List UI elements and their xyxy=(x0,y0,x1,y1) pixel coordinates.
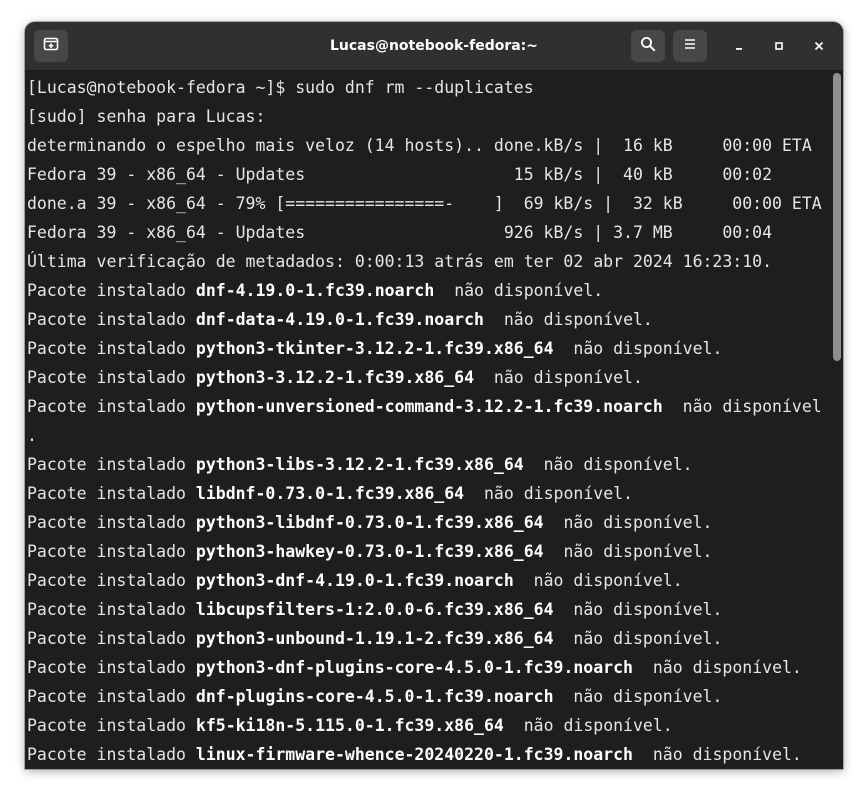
package-line: Pacote instalado python3-3.12.2-1.fc39.x… xyxy=(27,363,831,392)
package-name: kf5-ki18n-5.115.0-1.fc39.x86_64 xyxy=(195,716,504,735)
scrollbar[interactable] xyxy=(833,73,841,767)
package-prefix: Pacote instalado xyxy=(27,455,196,474)
package-status: não disponível. xyxy=(573,600,723,619)
window-title: Lucas@notebook-fedora:~ xyxy=(329,38,539,54)
progress-line: done.a 39 - x86_64 - 79% [==============… xyxy=(27,194,822,213)
maximize-icon xyxy=(773,37,785,56)
package-status: não disponível xyxy=(682,397,822,416)
package-line: Pacote instalado python3-dnf-plugins-cor… xyxy=(27,653,831,682)
search-button[interactable] xyxy=(631,30,665,62)
package-prefix: Pacote instalado xyxy=(27,658,196,677)
prompt-line: [Lucas@notebook-fedora ~]$ sudo dnf rm -… xyxy=(27,78,534,97)
package-status: não disponível. xyxy=(493,368,643,387)
package-name: libdnf-0.73.0-1.fc39.x86_64 xyxy=(195,484,465,503)
package-status: não disponível. xyxy=(573,687,723,706)
wrapped-line: . xyxy=(27,426,37,445)
hamburger-menu-icon xyxy=(682,36,698,56)
package-prefix: Pacote instalado xyxy=(27,745,196,764)
package-prefix: Pacote instalado xyxy=(27,310,196,329)
package-line: Pacote instalado dnf-plugins-core-4.5.0-… xyxy=(27,682,831,711)
progress-line: Fedora 39 - x86_64 - Updates 926 kB/s | … xyxy=(27,223,773,242)
new-tab-icon xyxy=(43,36,59,56)
package-name: dnf-data-4.19.0-1.fc39.noarch xyxy=(195,310,484,329)
package-name: python3-libdnf-0.73.0-1.fc39.x86_64 xyxy=(195,513,544,532)
package-prefix: Pacote instalado xyxy=(27,368,196,387)
package-name: python3-hawkey-0.73.0-1.fc39.x86_64 xyxy=(195,542,544,561)
package-line: Pacote instalado python3-libs-3.12.2-1.f… xyxy=(27,450,831,479)
package-name: python3-tkinter-3.12.2-1.fc39.x86_64 xyxy=(195,339,554,358)
package-name: python-unversioned-command-3.12.2-1.fc39… xyxy=(195,397,663,416)
package-line: Pacote instalado dnf-data-4.19.0-1.fc39.… xyxy=(27,305,831,334)
scrollbar-thumb[interactable] xyxy=(833,73,841,361)
package-prefix: Pacote instalado xyxy=(27,600,196,619)
terminal-lines: [Lucas@notebook-fedora ~]$ sudo dnf rm -… xyxy=(27,73,831,769)
package-status: não disponível. xyxy=(523,716,673,735)
terminal-window: Lucas@notebook-fedora:~ [Lucas@notebook-… xyxy=(25,22,843,769)
package-line: Pacote instalado linux-firmware-whence-2… xyxy=(27,740,831,769)
package-prefix: Pacote instalado xyxy=(27,629,196,648)
package-prefix: Pacote instalado xyxy=(27,484,196,503)
package-line: Pacote instalado python3-libdnf-0.73.0-1… xyxy=(27,508,831,537)
package-name: python3-libs-3.12.2-1.fc39.x86_64 xyxy=(195,455,524,474)
package-name: linux-firmware-whence-20240220-1.fc39.no… xyxy=(195,745,633,764)
package-prefix: Pacote instalado xyxy=(27,397,196,416)
header-bar[interactable]: Lucas@notebook-fedora:~ xyxy=(25,22,843,71)
package-status: não disponível. xyxy=(533,571,683,590)
terminal-output[interactable]: [Lucas@notebook-fedora ~]$ sudo dnf rm -… xyxy=(25,71,843,769)
progress-line: determinando o espelho mais veloz (14 ho… xyxy=(27,136,812,155)
package-prefix: Pacote instalado xyxy=(27,687,196,706)
package-prefix: Pacote instalado xyxy=(27,339,196,358)
package-prefix: Pacote instalado xyxy=(27,513,196,532)
search-icon xyxy=(640,36,656,56)
maximize-button[interactable] xyxy=(768,35,790,57)
package-line: Pacote instalado libcupsfilters-1:2.0.0-… xyxy=(27,595,831,624)
package-line: Pacote instalado libdnf-0.73.0-1.fc39.x8… xyxy=(27,479,831,508)
package-line: Pacote instalado python-unversioned-comm… xyxy=(27,392,831,421)
package-line: Pacote instalado dnf-4.19.0-1.fc39.noarc… xyxy=(27,276,831,305)
metadata-line: Última verificação de metadados: 0:00:13… xyxy=(27,252,773,271)
package-name: python3-3.12.2-1.fc39.x86_64 xyxy=(195,368,475,387)
minimize-button[interactable] xyxy=(728,35,750,57)
package-name: python3-unbound-1.19.1-2.fc39.x86_64 xyxy=(195,629,554,648)
package-status: não disponível. xyxy=(483,484,633,503)
sudo-prompt-line: [sudo] senha para Lucas: xyxy=(27,107,266,126)
package-name: python3-dnf-plugins-core-4.5.0-1.fc39.no… xyxy=(195,658,633,677)
package-line: Pacote instalado python3-dnf-4.19.0-1.fc… xyxy=(27,566,831,595)
package-status: não disponível. xyxy=(503,310,653,329)
main-menu-button[interactable] xyxy=(673,30,707,62)
minimize-icon xyxy=(733,37,745,56)
close-icon xyxy=(813,37,825,56)
package-name: dnf-plugins-core-4.5.0-1.fc39.noarch xyxy=(195,687,554,706)
package-status: não disponível. xyxy=(573,629,723,648)
package-status: não disponível. xyxy=(652,658,802,677)
package-prefix: Pacote instalado xyxy=(27,542,196,561)
package-status: não disponível. xyxy=(563,513,713,532)
package-prefix: Pacote instalado xyxy=(27,716,196,735)
package-line: Pacote instalado python3-unbound-1.19.1-… xyxy=(27,624,831,653)
package-status: não disponível. xyxy=(454,281,604,300)
package-line: Pacote instalado python3-tkinter-3.12.2-… xyxy=(27,334,831,363)
package-name: libcupsfilters-1:2.0.0-6.fc39.x86_64 xyxy=(195,600,554,619)
close-button[interactable] xyxy=(808,35,830,57)
new-tab-button[interactable] xyxy=(34,30,68,62)
package-name: python3-dnf-4.19.0-1.fc39.noarch xyxy=(195,571,514,590)
package-status: não disponível. xyxy=(652,745,802,764)
package-status: não disponível. xyxy=(563,542,713,561)
package-name: dnf-4.19.0-1.fc39.noarch xyxy=(195,281,435,300)
progress-line: Fedora 39 - x86_64 - Updates 15 kB/s | 4… xyxy=(27,165,773,184)
package-prefix: Pacote instalado xyxy=(27,571,196,590)
package-prefix: Pacote instalado xyxy=(27,281,196,300)
package-status: não disponível. xyxy=(543,455,693,474)
package-line: Pacote instalado python3-hawkey-0.73.0-1… xyxy=(27,537,831,566)
package-line: Pacote instalado kf5-ki18n-5.115.0-1.fc3… xyxy=(27,711,831,740)
package-status: não disponível. xyxy=(573,339,723,358)
